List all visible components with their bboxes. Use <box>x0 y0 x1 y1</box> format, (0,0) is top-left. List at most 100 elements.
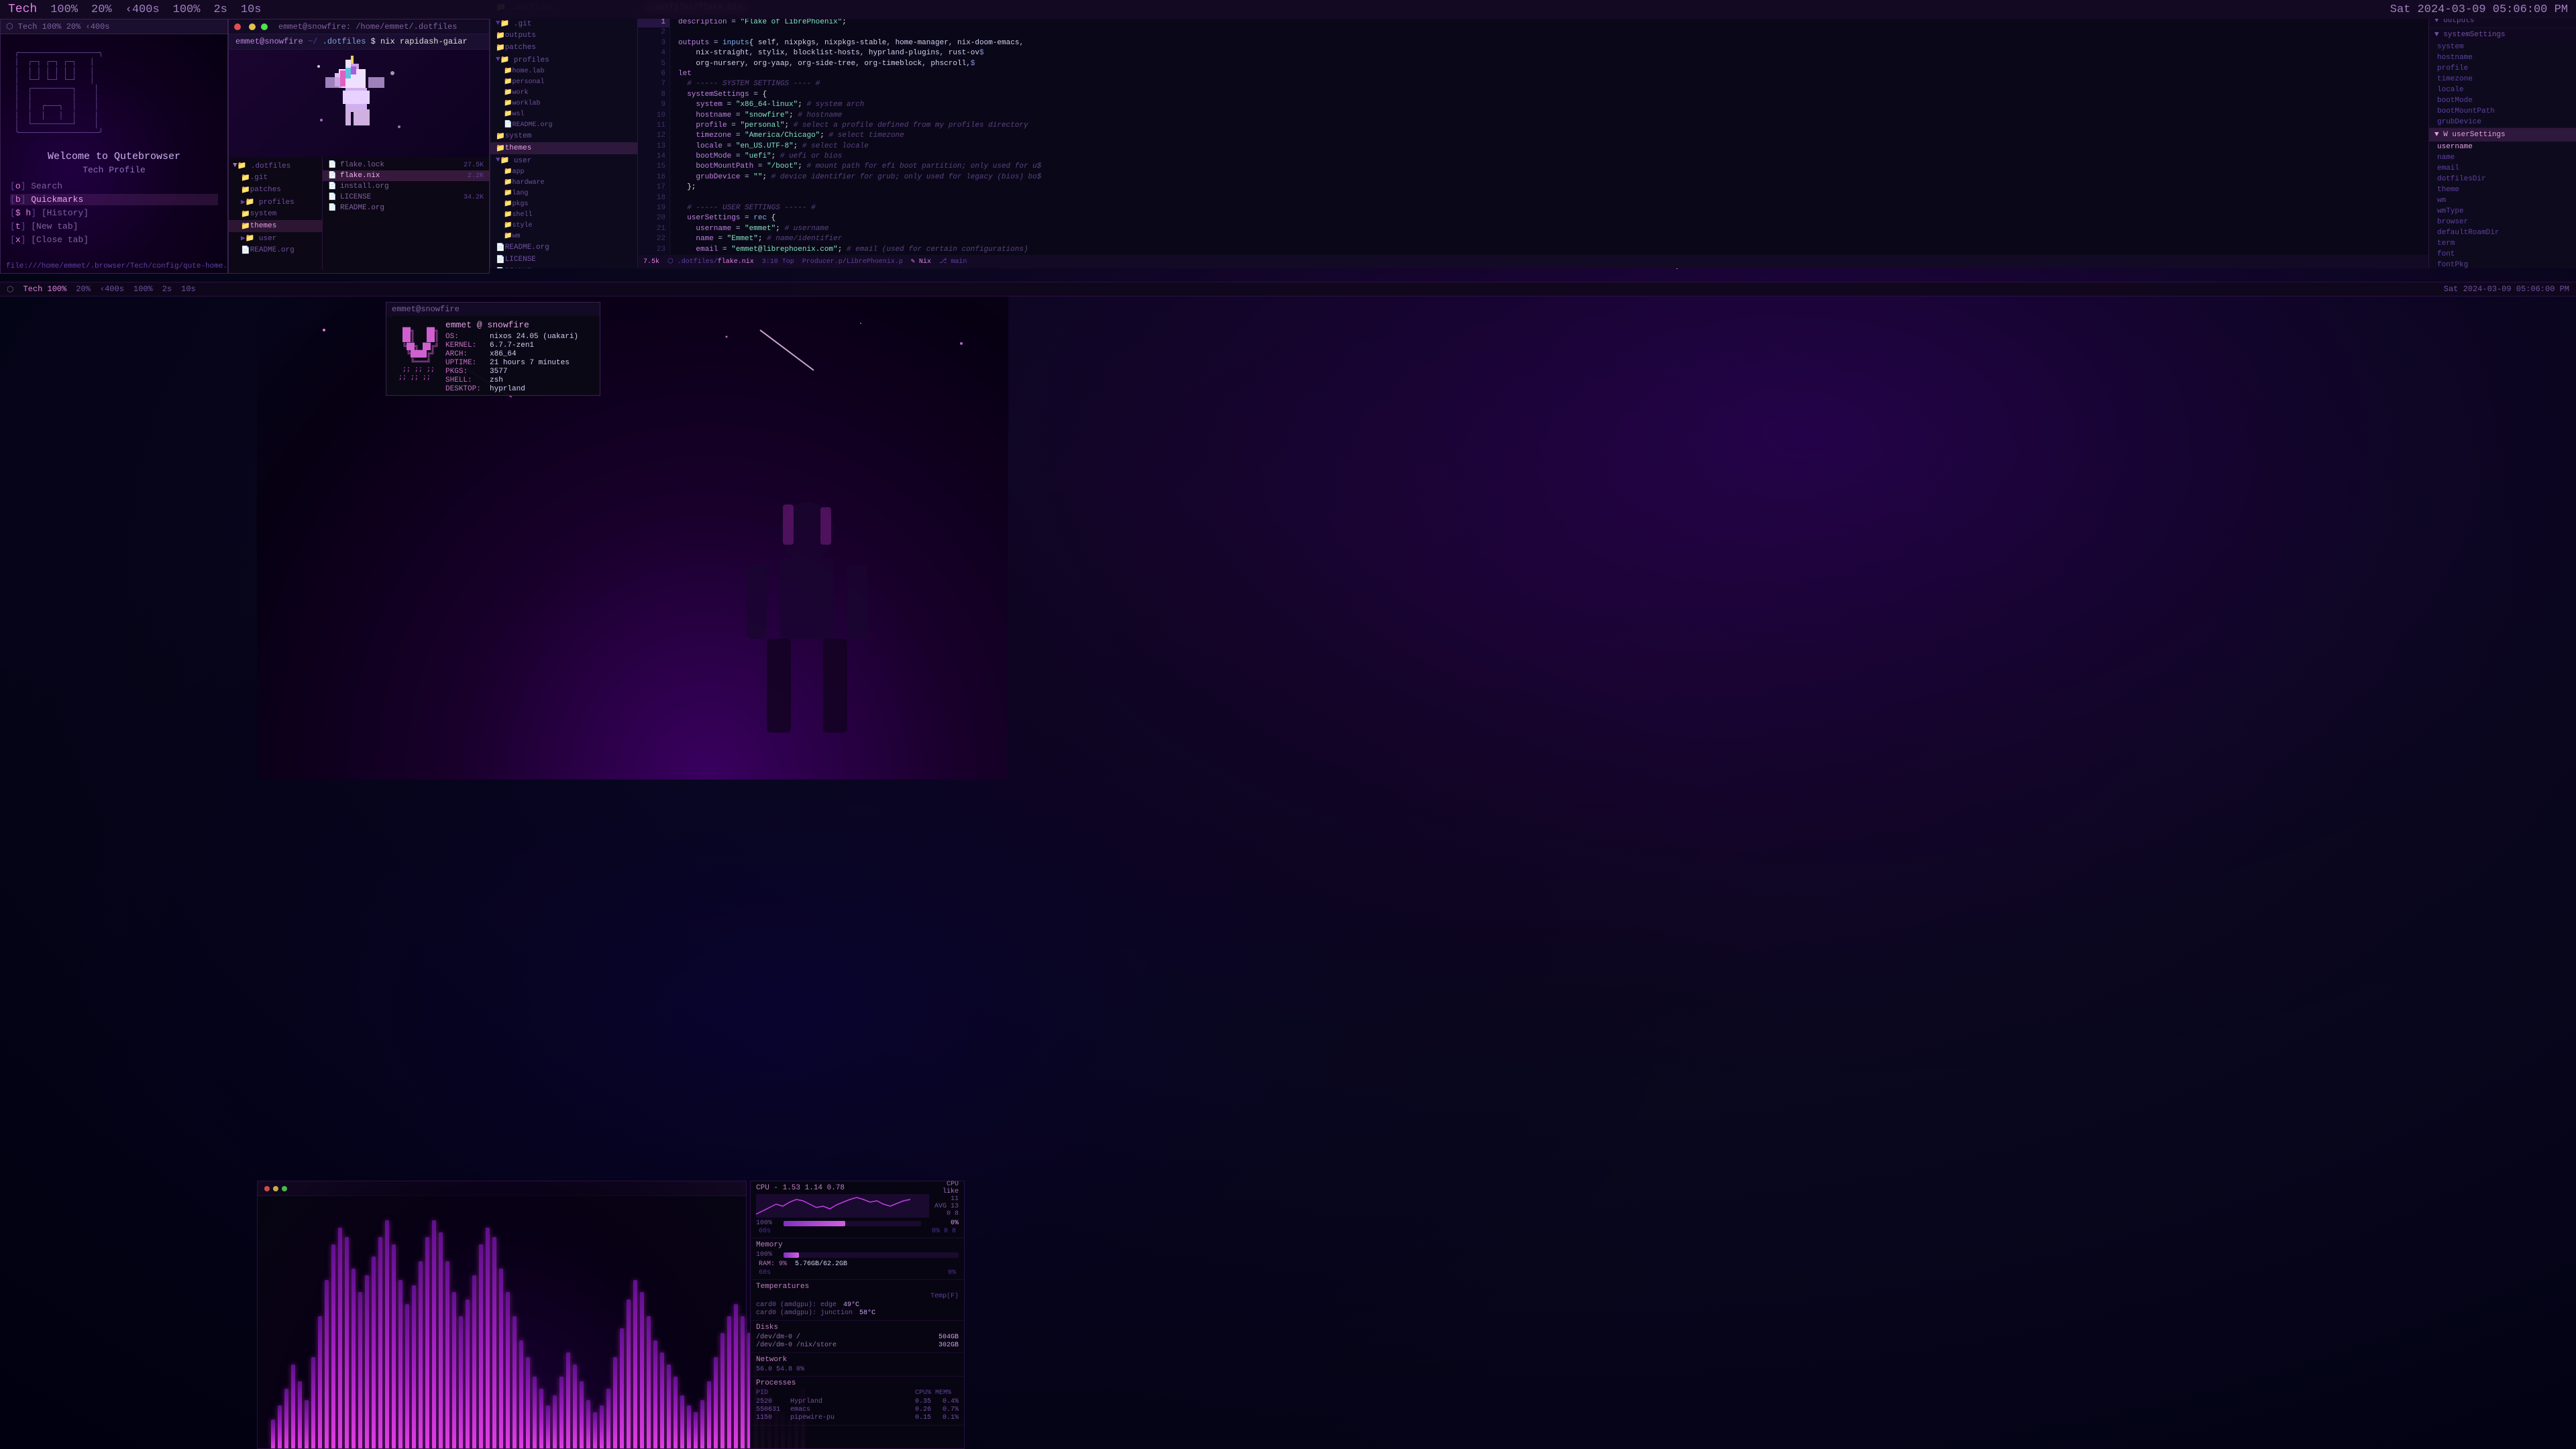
maximize-button[interactable] <box>261 23 268 30</box>
code-line-2 <box>678 28 2420 38</box>
file-row-readmeorg[interactable]: 📄 README.org <box>323 203 489 213</box>
outline-user-term[interactable]: term <box>2429 238 2576 249</box>
tree-wsl[interactable]: 📁 wsl <box>490 109 637 119</box>
qute-menu-search[interactable]: [o] Search <box>10 180 218 192</box>
tree-git-code[interactable]: ▼ 📁 .git <box>490 17 637 30</box>
tree-pkgs[interactable]: 📁 pkgs <box>490 199 637 209</box>
mem-ram-label: RAM: 9% <box>759 1260 787 1268</box>
tree-readme-profiles[interactable]: 📄 README.org <box>490 119 637 130</box>
sb2-100: 100% <box>133 284 153 294</box>
tree-system[interactable]: 📁 system <box>229 208 322 220</box>
outline-system-timezone[interactable]: timezone <box>2429 74 2576 85</box>
neofetch-packages: PKGS: 3577 <box>445 368 578 376</box>
cpu-like: CPU like <box>932 1181 959 1195</box>
code-line-16: grubDevice = ""; # device identifier for… <box>678 172 2420 182</box>
outline-user-email[interactable]: email <box>2429 163 2576 174</box>
outline-system-profile[interactable]: profile <box>2429 63 2576 74</box>
line-num-10: 10 <box>638 111 669 121</box>
qute-menu-closetab[interactable]: [x] [Close tab] <box>10 234 218 246</box>
outline-system-grub[interactable]: grubDevice <box>2429 117 2576 127</box>
tree-outputs[interactable]: 📁 outputs <box>490 30 637 42</box>
outline-user-header[interactable]: ▼ W userSettings <box>2429 128 2576 142</box>
status-bar-top: Tech 100% 20% ‹400s 100% 2s 10s Sat 2024… <box>0 0 2576 19</box>
outline-system-bootmount[interactable]: bootMountPath <box>2429 106 2576 117</box>
tree-worklab[interactable]: 📁 worklab <box>490 98 637 109</box>
outline-user-username[interactable]: username <box>2429 142 2576 152</box>
tree-git[interactable]: 📁 .git <box>229 172 322 184</box>
outline-user-fontpkg[interactable]: fontPkg <box>2429 260 2576 268</box>
code-line-21: username = "emmet"; # username <box>678 224 2420 234</box>
file-row-flakelock[interactable]: 📄 flake.lock 27.5K <box>323 160 489 170</box>
line-num-3: 3 <box>638 38 669 48</box>
temps-val-col: Temp(F) <box>930 1293 959 1300</box>
tree-style[interactable]: 📁 style <box>490 220 637 231</box>
outline-user-wm[interactable]: wm <box>2429 195 2576 206</box>
net-val-3: 0% <box>796 1366 804 1373</box>
code-line-22: name = "Emmet"; # name/identifier <box>678 234 2420 244</box>
audio-bar-40 <box>539 1389 543 1448</box>
tree-personal[interactable]: 📁 personal <box>490 76 637 87</box>
file-row-license[interactable]: 📄 LICENSE 34.2K <box>323 192 489 203</box>
audio-bar-44 <box>566 1352 570 1448</box>
qute-menu-quickmarks[interactable]: [b] Quickmarks <box>10 194 218 205</box>
close-button[interactable] <box>234 23 241 30</box>
proc-cpu-3: 0.15 <box>915 1414 931 1421</box>
outline-system-hostname[interactable]: hostname <box>2429 52 2576 63</box>
tree-themes-code[interactable]: 📁 themes <box>490 142 637 154</box>
qute-menu-history[interactable]: [$ h] [History] <box>10 207 218 219</box>
tree-lang[interactable]: 📁 lang <box>490 188 637 199</box>
audio-bar-21 <box>412 1285 416 1448</box>
line-numbers: 1 2 3 4 5 6 7 8 9 10 11 12 13 14 15 16 1… <box>638 15 670 255</box>
tree-readme2[interactable]: 📄 README.org <box>490 266 637 268</box>
tree-user-code[interactable]: ▼ 📁 user <box>490 154 637 166</box>
disk-size-2: 302GB <box>938 1342 959 1349</box>
outline-user-theme[interactable]: theme <box>2429 184 2576 195</box>
tree-system-code[interactable]: 📁 system <box>490 130 637 142</box>
outline-system-bootmode[interactable]: bootMode <box>2429 95 2576 106</box>
tree-patches[interactable]: 📁 patches <box>229 184 322 196</box>
tree-dotfiles[interactable]: ▼ 📁 .dotfiles <box>229 160 322 172</box>
tree-user[interactable]: ▶ 📁 user <box>229 232 322 244</box>
outline-user-browser[interactable]: browser <box>2429 217 2576 227</box>
outline-user-roamdir[interactable]: defaultRoamDir <box>2429 227 2576 238</box>
file-row-flakenix[interactable]: 📄 flake.nix 2.2K <box>323 170 489 181</box>
audio-bar-39 <box>533 1377 537 1448</box>
audio-bar-36 <box>513 1316 517 1448</box>
net-vals: 56.0 54.8 0% <box>756 1366 959 1373</box>
outline-system-locale[interactable]: locale <box>2429 85 2576 95</box>
outline-user-name[interactable]: name <box>2429 152 2576 163</box>
tree-work[interactable]: 📁 work <box>490 87 637 98</box>
disk-row-1: /dev/dm-0 / 504GB <box>756 1334 959 1341</box>
tree-readme[interactable]: 📄 README.org <box>229 244 322 256</box>
status-position: 3:10 Top <box>762 258 794 266</box>
sysmon-temps: Temperatures Temp(F) card0 (amdgpu): edg… <box>751 1280 964 1321</box>
tree-themes[interactable]: 📁 themes <box>229 220 322 232</box>
tree-license-code[interactable]: 📄 LICENSE <box>490 254 637 266</box>
audio-bar-11 <box>345 1237 349 1448</box>
outline-system-header[interactable]: ▼ systemSettings <box>2429 28 2576 42</box>
tree-app[interactable]: 📁 app <box>490 166 637 177</box>
proc-cpu-2: 0.26 <box>915 1406 931 1413</box>
tree-profiles-code[interactable]: ▼ 📁 profiles <box>490 54 637 66</box>
outline-user-font[interactable]: font <box>2429 249 2576 260</box>
outline-system-system[interactable]: system <box>2429 42 2576 52</box>
pixel-art-character <box>305 53 413 154</box>
audio-bar-58 <box>660 1352 664 1448</box>
status-datetime: Sat 2024-03-09 05:06:00 PM <box>2390 3 2568 16</box>
tree-readme-code[interactable]: 📄 README.org <box>490 241 637 254</box>
sb2-10s: 10s <box>181 284 196 294</box>
file-row-installorg[interactable]: 📄 install.org <box>323 181 489 192</box>
tree-profiles[interactable]: ▶ 📁 profiles <box>229 196 322 208</box>
code-line-5: org-nursery, org-yaap, org-side-tree, or… <box>678 59 2420 69</box>
outline-user-wmtype[interactable]: wmType <box>2429 206 2576 217</box>
tree-wm[interactable]: 📁 wm <box>490 231 637 241</box>
tree-patches-code[interactable]: 📁 patches <box>490 42 637 54</box>
tree-hardware[interactable]: 📁 hardware <box>490 177 637 188</box>
line-num-19: 19 <box>638 203 669 213</box>
code-line-17: }; <box>678 182 2420 193</box>
tree-homelab[interactable]: 📁 home.lab <box>490 66 637 76</box>
minimize-button[interactable] <box>249 23 256 30</box>
tree-shell[interactable]: 📁 shell <box>490 209 637 220</box>
outline-user-dotfiles[interactable]: dotfilesDir <box>2429 174 2576 184</box>
qute-menu-newtab[interactable]: [t] [New tab] <box>10 221 218 232</box>
